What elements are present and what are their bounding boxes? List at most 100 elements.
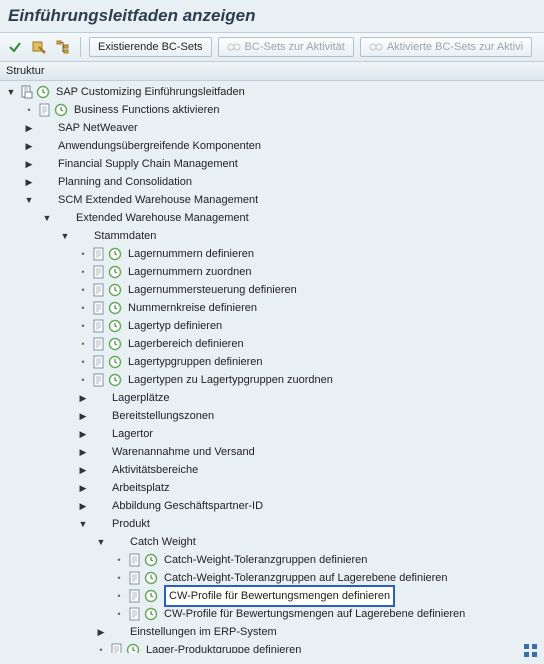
expand-icon[interactable]: ▶ <box>22 175 36 189</box>
tree-item[interactable]: •Lagertyp definieren <box>0 317 544 335</box>
where-used-icon[interactable] <box>30 38 48 56</box>
tree-item[interactable]: ▶ Anwendungsübergreifende Komponenten <box>0 137 544 155</box>
tree-item[interactable]: ▼ Extended Warehouse Management <box>0 209 544 227</box>
expand-icon[interactable]: ▶ <box>76 391 90 405</box>
doc-icon[interactable] <box>128 553 142 567</box>
tree-item[interactable]: ▶ Bereitstellungszonen <box>0 407 544 425</box>
tree-item-label[interactable]: Aktivitätsbereiche <box>110 461 200 479</box>
activity-icon[interactable] <box>108 319 122 333</box>
tree-item-label[interactable]: Lagertyp definieren <box>126 317 224 335</box>
tree-item[interactable]: ▶ Arbeitsplatz <box>0 479 544 497</box>
tree-view[interactable]: ▼SAP Customizing Einführungsleitfaden•Bu… <box>0 81 544 653</box>
doc-icon[interactable] <box>128 589 142 603</box>
tree-item-label[interactable]: Extended Warehouse Management <box>74 209 251 227</box>
tree-item-label[interactable]: Lagertypgruppen definieren <box>126 353 265 371</box>
tree-item-label[interactable]: Lagertypen zu Lagertypgruppen zuordnen <box>126 371 335 389</box>
bcsets-activity-button[interactable]: BC-Sets zur Aktivität <box>218 37 354 57</box>
doc-icon[interactable] <box>92 373 106 387</box>
tree-item-label[interactable]: Arbeitsplatz <box>110 479 171 497</box>
tree-item-label[interactable]: Lager-Produktgruppe definieren <box>144 641 303 653</box>
tree-item[interactable]: ▶ Lagerplätze <box>0 389 544 407</box>
doc-icon[interactable] <box>92 265 106 279</box>
activity-icon[interactable] <box>108 301 122 315</box>
tree-item-label[interactable]: Catch-Weight-Toleranzgruppen definieren <box>162 551 369 569</box>
activity-icon[interactable] <box>108 355 122 369</box>
tree-item[interactable]: ▶ Planning and Consolidation <box>0 173 544 191</box>
collapse-icon[interactable]: ▼ <box>58 229 72 243</box>
doc-icon[interactable] <box>128 607 142 621</box>
activity-icon[interactable] <box>108 265 122 279</box>
expand-icon[interactable]: ▶ <box>76 481 90 495</box>
collapse-icon[interactable]: ▼ <box>40 211 54 225</box>
tree-item-label[interactable]: Business Functions aktivieren <box>72 101 222 119</box>
tree-item[interactable]: •Lagernummersteuerung definieren <box>0 281 544 299</box>
tree-item-label[interactable]: SAP NetWeaver <box>56 119 140 137</box>
tree-item[interactable]: ▼SCM Extended Warehouse Management <box>0 191 544 209</box>
doc-icon[interactable] <box>92 319 106 333</box>
tree-item[interactable]: ▶Financial Supply Chain Management <box>0 155 544 173</box>
tree-item-label[interactable]: Lagernummern zuordnen <box>126 263 254 281</box>
tree-item-label[interactable]: SAP Customizing Einführungsleitfaden <box>54 83 247 101</box>
tree-item-label[interactable]: Lagernummern definieren <box>126 245 256 263</box>
doc-icon[interactable] <box>92 301 106 315</box>
doc-icon[interactable] <box>38 103 52 117</box>
tree-item[interactable]: ▼ Catch Weight <box>0 533 544 551</box>
tree-item-label[interactable]: Warenannahme und Versand <box>110 443 257 461</box>
tree-item[interactable]: ▶ Lagertor <box>0 425 544 443</box>
tree-icon[interactable] <box>54 38 72 56</box>
doc-icon[interactable] <box>110 643 124 653</box>
expand-icon[interactable]: ▶ <box>94 625 108 639</box>
tree-item-label[interactable]: Lagertor <box>110 425 155 443</box>
tree-item-label[interactable]: Lagerbereich definieren <box>126 335 246 353</box>
expand-icon[interactable]: ▶ <box>22 121 36 135</box>
tree-item[interactable]: ▶Aktivitätsbereiche <box>0 461 544 479</box>
tree-item[interactable]: •Lagertypgruppen definieren <box>0 353 544 371</box>
tree-item-label[interactable]: Planning and Consolidation <box>56 173 194 191</box>
activity-icon[interactable] <box>54 103 68 117</box>
activity-icon[interactable] <box>108 247 122 261</box>
expand-icon[interactable]: ▶ <box>76 499 90 513</box>
tree-item[interactable]: •Catch-Weight-Toleranzgruppen definieren <box>0 551 544 569</box>
doc-icon[interactable] <box>92 247 106 261</box>
activity-icon[interactable] <box>36 85 50 99</box>
doc-icon[interactable] <box>92 355 106 369</box>
collapse-icon[interactable]: ▼ <box>94 535 108 549</box>
expand-icon[interactable]: ▶ <box>76 427 90 441</box>
expand-icon[interactable]: ▶ <box>22 139 36 153</box>
tree-item-label[interactable]: Einstellungen im ERP-System <box>128 623 279 641</box>
tree-item-label[interactable]: Nummernkreise definieren <box>126 299 259 317</box>
doc-icon[interactable] <box>128 571 142 585</box>
tree-item-label[interactable]: Lagerplätze <box>110 389 172 407</box>
expand-icon[interactable]: ▶ <box>76 409 90 423</box>
tree-item-label[interactable]: Anwendungsübergreifende Komponenten <box>56 137 263 155</box>
tree-item-label[interactable]: Produkt <box>110 515 152 533</box>
doc-icon[interactable] <box>92 337 106 351</box>
tree-item-label[interactable]: CW-Profile für Bewertungsmengen auf Lage… <box>162 605 467 623</box>
tree-item-label[interactable]: CW-Profile für Bewertungsmengen definier… <box>164 585 395 607</box>
tree-item-label[interactable]: SCM Extended Warehouse Management <box>56 191 260 209</box>
tree-item[interactable]: ▼SAP Customizing Einführungsleitfaden <box>0 83 544 101</box>
tree-item[interactable]: •Lagernummern definieren <box>0 245 544 263</box>
activity-icon[interactable] <box>144 571 158 585</box>
activity-icon[interactable] <box>144 607 158 621</box>
tree-item[interactable]: •Lagerbereich definieren <box>0 335 544 353</box>
tree-item[interactable]: ▼ Stammdaten <box>0 227 544 245</box>
tree-item-label[interactable]: Catch Weight <box>128 533 198 551</box>
tree-item[interactable]: ▶ SAP NetWeaver <box>0 119 544 137</box>
tree-item-label[interactable]: Stammdaten <box>92 227 158 245</box>
tree-item[interactable]: •Business Functions aktivieren <box>0 101 544 119</box>
tree-item[interactable]: •Lager-Produktgruppe definieren <box>0 641 544 653</box>
activated-bcsets-button[interactable]: Aktivierte BC-Sets zur Aktivi <box>360 37 532 57</box>
tree-item-label[interactable]: Abbildung Geschäftspartner-ID <box>110 497 265 515</box>
tree-item-label[interactable]: Bereitstellungszonen <box>110 407 216 425</box>
activity-icon[interactable] <box>108 337 122 351</box>
activity-icon[interactable] <box>144 589 158 603</box>
activity-icon[interactable] <box>108 283 122 297</box>
check-icon[interactable] <box>6 38 24 56</box>
doc-icon[interactable] <box>92 283 106 297</box>
tree-item[interactable]: •Nummernkreise definieren <box>0 299 544 317</box>
tree-item[interactable]: ▶Warenannahme und Versand <box>0 443 544 461</box>
tree-item[interactable]: •Lagernummern zuordnen <box>0 263 544 281</box>
tree-item[interactable]: •CW-Profile für Bewertungsmengen auf Lag… <box>0 605 544 623</box>
tree-item[interactable]: •Lagertypen zu Lagertypgruppen zuordnen <box>0 371 544 389</box>
